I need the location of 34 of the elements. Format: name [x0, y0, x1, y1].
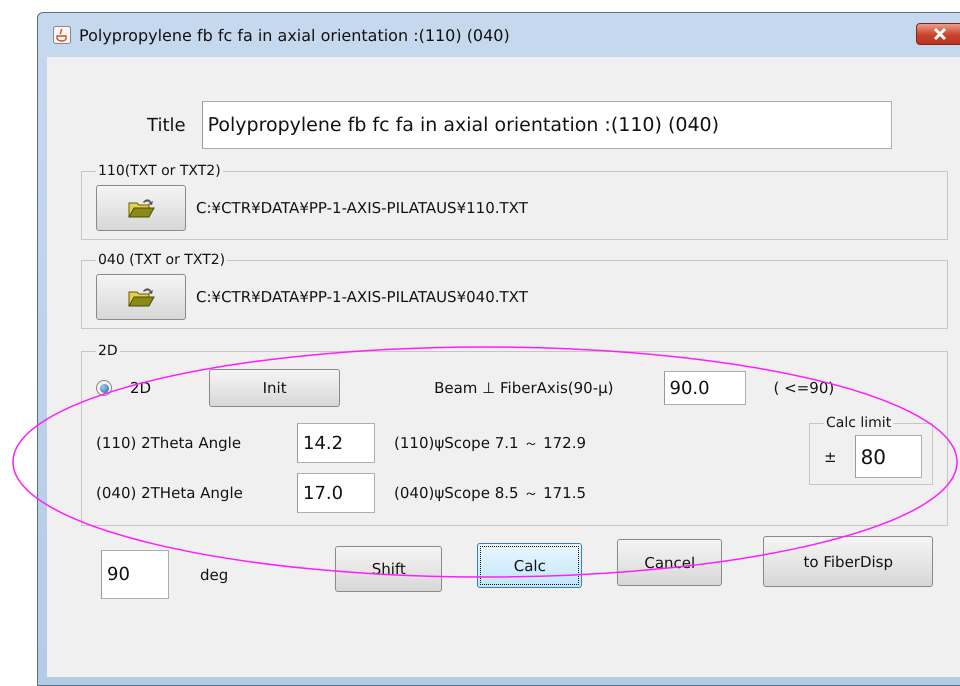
angle-label: (040) 2THeta Angle	[96, 484, 244, 502]
folder-icon	[127, 197, 155, 219]
angle-field[interactable]: 17.0	[297, 473, 375, 513]
scope-text: (040)ψScope 8.5 ～ 171.5	[394, 484, 586, 502]
action-button[interactable]: Calc	[477, 543, 582, 588]
radio-button[interactable]	[96, 380, 112, 396]
init-button[interactable]: Init	[209, 369, 340, 407]
file-path: C:¥CTR¥DATA¥PP-1-AXIS-PILATAUS¥040.TXT	[196, 288, 528, 306]
open-file-button[interactable]	[96, 274, 186, 320]
close-icon	[933, 28, 947, 40]
title-field[interactable]: Polypropylene fb fc fa in axial orientation :(110) (040)	[202, 101, 892, 149]
open-file-button[interactable]	[96, 185, 186, 231]
degree-unit: deg	[200, 566, 228, 584]
title-label: Title	[147, 114, 186, 136]
action-button[interactable]: Shift	[335, 546, 442, 592]
scope-text: (110)ψScope 7.1 ～ 172.9	[394, 434, 586, 452]
plus-minus-sign: ±	[824, 448, 837, 466]
folder-icon	[127, 286, 155, 308]
close-button[interactable]	[916, 23, 960, 45]
beam-hint: ( <=90)	[774, 379, 834, 397]
action-button[interactable]: to FiberDisp	[763, 536, 934, 587]
group-legend: 110(TXT or TXT2)	[96, 163, 223, 179]
angle-label: (110) 2Theta Angle	[96, 434, 242, 452]
beam-field[interactable]: 90.0	[664, 371, 746, 405]
beam-label: Beam ⊥ FiberAxis(90-μ)	[434, 379, 614, 397]
group-legend: 2D	[96, 343, 120, 359]
calc-limit-field[interactable]: 80	[854, 435, 922, 478]
group-legend: 040 (TXT or TXT2)	[96, 252, 228, 268]
degree-field[interactable]: 90	[101, 550, 169, 599]
window-title: Polypropylene fb fc fa in axial orientation :(110) (040)	[79, 26, 510, 44]
group-legend: Calc limit	[824, 415, 894, 431]
coffee-cup-icon	[53, 26, 71, 44]
file-path: C:¥CTR¥DATA¥PP-1-AXIS-PILATAUS¥110.TXT	[196, 199, 528, 217]
angle-field[interactable]: 14.2	[297, 423, 375, 463]
